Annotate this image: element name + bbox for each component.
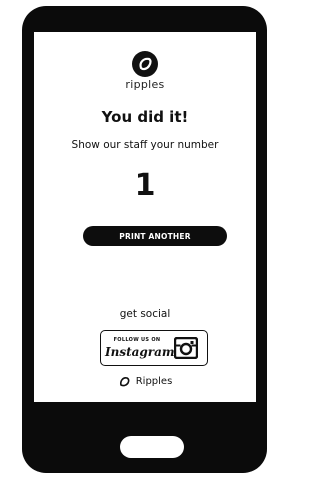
kiosk-screen: ripples You did it! Show our staff your … xyxy=(34,32,256,402)
headline: You did it! xyxy=(101,108,189,126)
home-button[interactable] xyxy=(120,436,184,458)
order-number: 1 xyxy=(134,168,156,203)
badge-follow-text: FOLLOW US ON xyxy=(113,337,161,343)
footer-brand: Ripples xyxy=(34,374,256,388)
instagram-follow-badge[interactable]: FOLLOW US ON Instagram xyxy=(100,330,208,366)
instagram-icon xyxy=(174,337,198,359)
ripples-logo-icon xyxy=(119,376,130,386)
footer-brand-text: Ripples xyxy=(135,375,173,387)
social-heading: get social xyxy=(119,308,171,320)
ripples-logo-icon xyxy=(132,51,158,77)
brand-name: ripples xyxy=(125,78,165,91)
print-another-button[interactable]: PRINT ANOTHER xyxy=(83,226,227,246)
badge-platform-text: Instagram xyxy=(105,345,175,359)
instruction-text: Show our staff your number xyxy=(71,139,219,151)
